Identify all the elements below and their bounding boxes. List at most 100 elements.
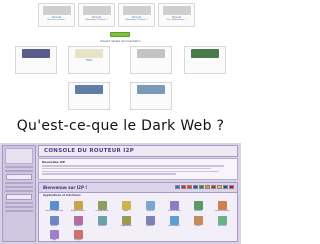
app-launcher[interactable]: Réseau: [93, 215, 111, 228]
doc-thumbnail: [137, 49, 165, 58]
app-icon: [193, 215, 203, 225]
apps-heading: Applications et Interfaces: [43, 194, 81, 197]
language-flag-icon[interactable]: [181, 185, 186, 189]
sidebar-button[interactable]: [6, 194, 32, 200]
welcome-panel: Bienvenue sur I2P ! Applications et Inte…: [38, 182, 238, 242]
sidebar-line: [5, 186, 33, 188]
doc-card[interactable]: [68, 82, 110, 110]
app-label: Réseau: [98, 224, 106, 227]
doc-thumbnail: [75, 49, 103, 58]
app-launcher[interactable]: Tunnels cachés: [213, 201, 231, 213]
app-launcher[interactable]: Configuration: [93, 201, 111, 213]
app-launcher[interactable]: Pairs: [189, 215, 207, 228]
language-flag-icon[interactable]: [205, 185, 210, 189]
app-label: Torrents: [194, 210, 202, 212]
app-label: Graphiques: [120, 224, 132, 227]
news-line: [42, 167, 211, 170]
app-label: Configuration: [95, 210, 109, 212]
news-line: [42, 170, 219, 173]
console-sidebar: [2, 145, 36, 242]
app-icon: [193, 201, 203, 210]
section-title: Present related documentation: [100, 40, 141, 43]
app-label: Logs: [51, 239, 57, 242]
app-icon: [145, 215, 155, 225]
language-flag-icon[interactable]: [199, 185, 204, 189]
app-launcher[interactable]: Logs: [45, 230, 63, 242]
doc-card-description: (Un collaborateur...): [166, 19, 187, 21]
app-label: Plugins: [74, 239, 82, 242]
app-launcher[interactable]: Journal: [141, 215, 159, 228]
app-icon: [97, 215, 107, 225]
app-launcher[interactable]: Support: [69, 215, 87, 228]
doc-card-description: (Plateforme Zerolink...): [124, 19, 149, 21]
app-icon: [121, 215, 131, 225]
app-label: Carnet d'adresses: [45, 210, 63, 212]
welcome-title: Bienvenue sur I2P !: [43, 185, 88, 190]
app-launcher[interactable]: Graphiques: [117, 215, 135, 228]
app-launcher[interactable]: Carnet d'adresses: [45, 201, 63, 213]
green-action-button[interactable]: [110, 32, 130, 37]
app-label: Serveur Web: [167, 210, 181, 212]
doc-card[interactable]: Zeronet (Un collaborateur...): [158, 3, 195, 27]
doc-card[interactable]: Zeronet (Sécurité réseau...): [38, 3, 75, 27]
language-flag-icon[interactable]: [217, 185, 222, 189]
news-line: [42, 173, 177, 175]
doc-card[interactable]: [184, 46, 226, 74]
doc-thumbnail: [82, 6, 111, 15]
sidebar-line: [5, 210, 33, 212]
console-header: CONSOLE DU ROUTEUR I2P: [38, 145, 238, 157]
sidebar-line: [5, 166, 33, 168]
doc-card[interactable]: [15, 46, 57, 74]
app-icon: [49, 201, 59, 210]
sidebar-line: [5, 170, 33, 172]
app-label: Blog Resource: [70, 210, 86, 212]
app-icon: [49, 215, 59, 225]
app-launcher[interactable]: Plugins: [69, 230, 87, 242]
doc-card[interactable]: [130, 82, 172, 110]
language-flag-icon[interactable]: [175, 185, 180, 189]
doc-card[interactable]: Zeronet (Plateforme Zerolink...): [118, 3, 155, 27]
app-icon: [49, 230, 59, 240]
doc-thumbnail: [22, 49, 50, 58]
app-launcher[interactable]: Forum: [45, 215, 63, 228]
documentation-panel: Zeronet (Sécurité réseau...) Zeronet (Plate…: [0, 0, 241, 118]
app-icon: [73, 201, 83, 210]
sidebar-line: [5, 182, 33, 184]
app-launcher[interactable]: Statistiques: [165, 215, 183, 228]
app-launcher[interactable]: Aide: [117, 201, 135, 213]
news-box: Nouvelles I2P: [38, 158, 238, 180]
sidebar-button[interactable]: [6, 174, 32, 180]
doc-card[interactable]: [130, 46, 172, 74]
app-icon: [217, 201, 227, 210]
doc-card[interactable]: FSNG: [68, 46, 110, 74]
app-icon: [217, 215, 227, 225]
sidebar-line: [5, 190, 33, 192]
language-flag-icon[interactable]: [223, 185, 228, 189]
sidebar-line: [5, 206, 33, 208]
app-launcher[interactable]: Serveur Web: [165, 201, 183, 213]
language-flag-icon[interactable]: [229, 185, 234, 189]
app-launcher[interactable]: Courrier: [141, 201, 159, 213]
doc-thumbnail: [122, 6, 151, 15]
app-launcher[interactable]: Torrents: [189, 201, 207, 213]
app-icon: [169, 215, 179, 225]
doc-card[interactable]: Zeronet (Plateforme Zerolink...): [78, 3, 115, 27]
app-launcher[interactable]: Services: [213, 215, 231, 228]
app-label: Journal: [146, 224, 154, 227]
doc-thumbnail: [137, 85, 165, 94]
doc-card-description: (Plateforme Zerolink...): [84, 19, 109, 21]
language-flag-icon[interactable]: [211, 185, 216, 189]
welcome-bar: Bienvenue sur I2P !: [39, 183, 237, 193]
console-title: CONSOLE DU ROUTEUR I2P: [44, 148, 135, 154]
language-flags: [175, 185, 234, 189]
app-label: Forum: [50, 224, 58, 227]
doc-card-title: FSNG: [85, 59, 93, 62]
app-icon: [169, 201, 179, 210]
language-flag-icon[interactable]: [193, 185, 198, 189]
doc-thumbnail: [191, 49, 219, 58]
language-flag-icon[interactable]: [187, 185, 192, 189]
app-icon: [145, 201, 155, 210]
news-title: Nouvelles I2P: [42, 160, 66, 164]
router-console-screenshot: CONSOLE DU ROUTEUR I2P Nouvelles I2P Bie…: [0, 143, 241, 244]
app-launcher[interactable]: Blog Resource: [69, 201, 87, 213]
